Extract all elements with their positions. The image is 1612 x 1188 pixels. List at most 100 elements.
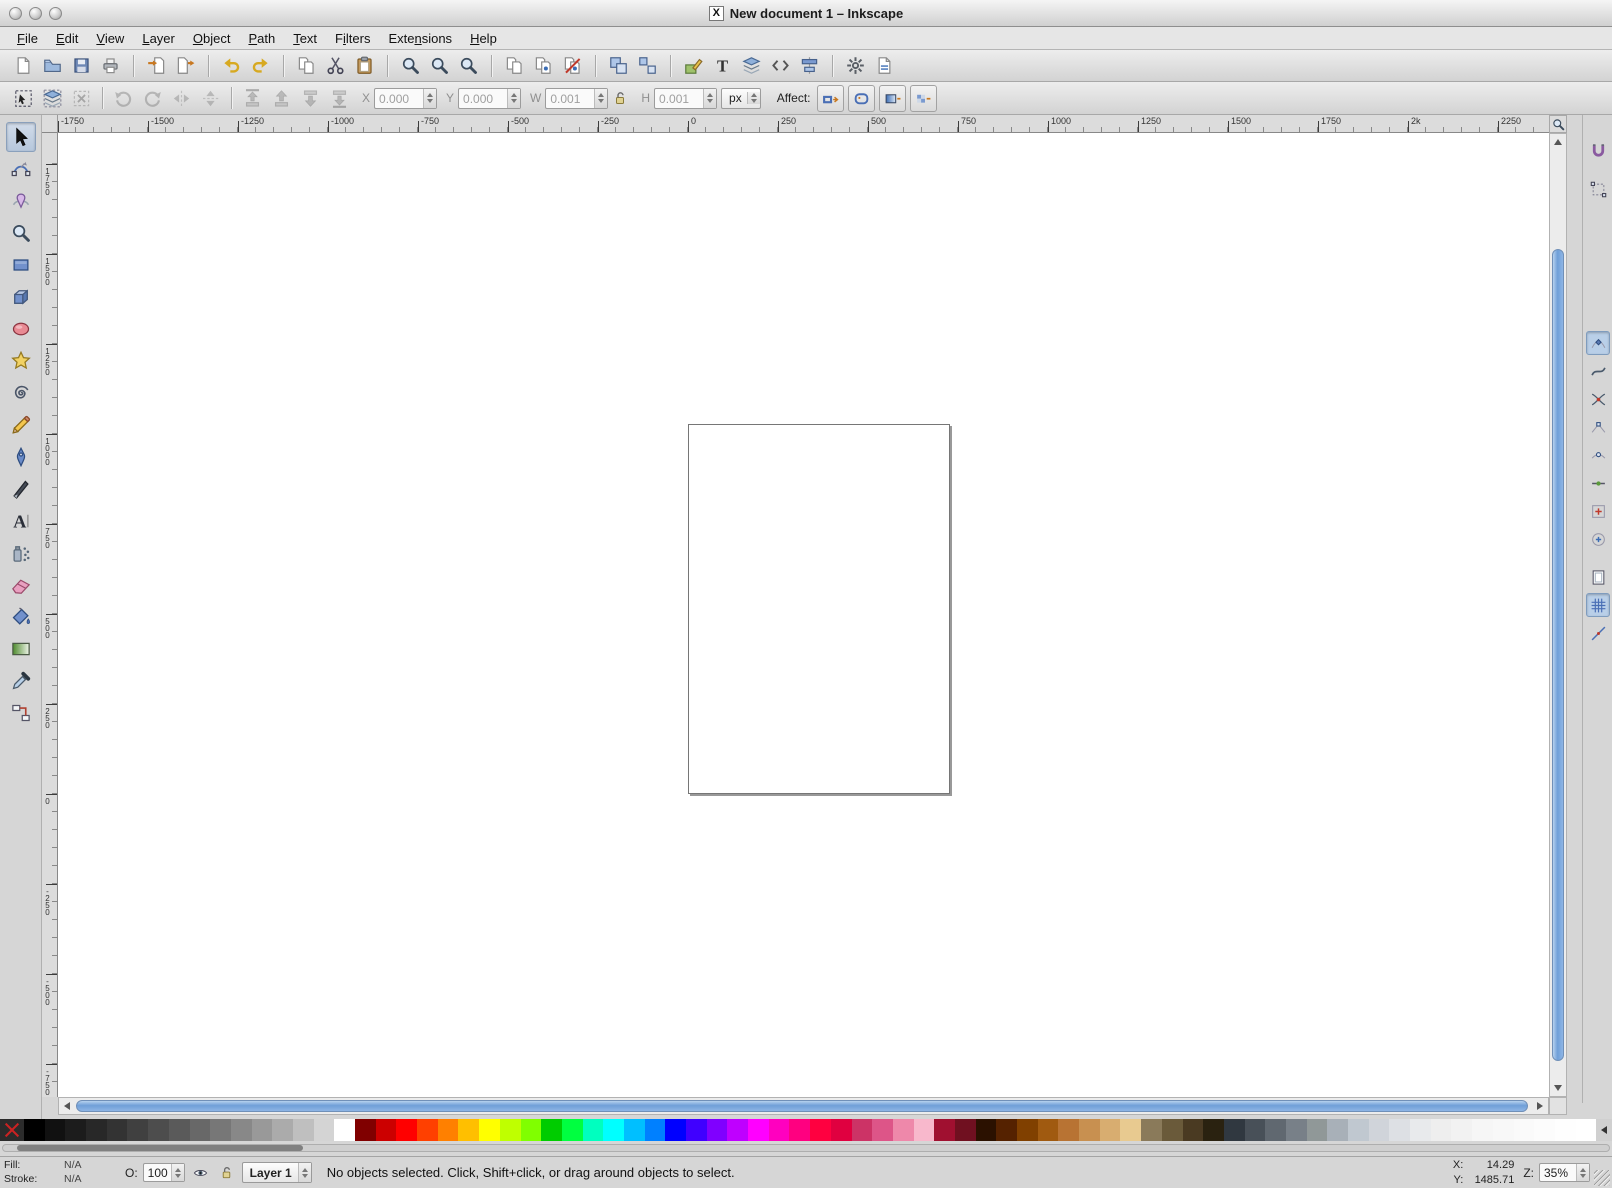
zoom-to-drawing-button[interactable] <box>426 52 453 79</box>
raise-button[interactable] <box>268 85 295 112</box>
raise-to-top-button[interactable] <box>239 85 266 112</box>
palette-swatch[interactable] <box>852 1119 873 1141</box>
palette-swatch[interactable] <box>396 1119 417 1141</box>
palette-swatch[interactable] <box>1224 1119 1245 1141</box>
scroll-up-arrow[interactable] <box>1550 135 1566 149</box>
bezier-pen-tool-button[interactable] <box>6 442 36 472</box>
scroll-left-arrow[interactable] <box>60 1098 74 1114</box>
layer-visibility-button[interactable] <box>190 1162 211 1183</box>
star-tool-button[interactable] <box>6 346 36 376</box>
layer-selector[interactable]: Layer 1 <box>242 1162 312 1183</box>
palette-swatch[interactable] <box>934 1119 955 1141</box>
palette-swatch[interactable] <box>148 1119 169 1141</box>
snap-rotation-centers-button[interactable] <box>1586 527 1610 551</box>
palette-swatch[interactable] <box>45 1119 66 1141</box>
scroll-down-arrow[interactable] <box>1550 1081 1566 1095</box>
eraser-tool-button[interactable] <box>6 570 36 600</box>
palette-swatch[interactable] <box>1265 1119 1286 1141</box>
palette-swatch[interactable] <box>521 1119 542 1141</box>
ungroup-button[interactable] <box>634 52 661 79</box>
duplicate-button[interactable] <box>501 52 528 79</box>
snap-line-midpoints-button[interactable] <box>1586 471 1610 495</box>
cut-button[interactable] <box>322 52 349 79</box>
palette-swatch[interactable] <box>1369 1119 1390 1141</box>
ellipse-tool-button[interactable] <box>6 314 36 344</box>
import-button[interactable] <box>143 52 170 79</box>
palette-swatch[interactable] <box>107 1119 128 1141</box>
palette-swatch[interactable] <box>955 1119 976 1141</box>
enable-snapping-button[interactable] <box>1586 139 1610 163</box>
palette-swatch[interactable] <box>1038 1119 1059 1141</box>
palette-swatch[interactable] <box>686 1119 707 1141</box>
new-document-button[interactable] <box>10 52 37 79</box>
snap-paths-button[interactable] <box>1586 359 1610 383</box>
text-tool-button[interactable] <box>6 506 36 536</box>
xml-editor-button[interactable] <box>767 52 794 79</box>
snap-bounding-box-button[interactable] <box>1586 177 1610 201</box>
palette-swatch[interactable] <box>1162 1119 1183 1141</box>
palette-swatch[interactable] <box>1534 1119 1555 1141</box>
palette-swatch[interactable] <box>314 1119 335 1141</box>
palette-swatch[interactable] <box>769 1119 790 1141</box>
title-bar[interactable]: X New document 1 – Inkscape <box>0 0 1612 27</box>
palette-swatch[interactable] <box>645 1119 666 1141</box>
horizontal-ruler[interactable]: -1750-1500-1250-1000-750-500-25002505007… <box>58 115 1549 133</box>
width-field-stepper[interactable] <box>594 89 607 108</box>
zoom-to-selection-button[interactable] <box>397 52 424 79</box>
scale-stroke-width-button[interactable] <box>817 85 844 112</box>
snap-cusp-nodes-button[interactable] <box>1586 415 1610 439</box>
layer-stepper[interactable] <box>298 1163 311 1182</box>
palette-swatch[interactable] <box>376 1119 397 1141</box>
palette-swatch[interactable] <box>1203 1119 1224 1141</box>
palette-swatch[interactable] <box>1389 1119 1410 1141</box>
units-combo[interactable]: px <box>721 88 761 109</box>
palette-swatch[interactable] <box>458 1119 479 1141</box>
menu-object[interactable]: Object <box>184 29 240 48</box>
snap-nodes-button[interactable] <box>1586 331 1610 355</box>
layer-lock-button[interactable] <box>216 1162 237 1183</box>
zoom-field[interactable]: 35% <box>1539 1163 1590 1182</box>
palette-swatch[interactable] <box>1348 1119 1369 1141</box>
height-field[interactable]: 0.001 <box>654 88 717 109</box>
palette-swatch[interactable] <box>65 1119 86 1141</box>
fill-stroke-indicator[interactable]: Fill: N/A Stroke: N/A <box>4 1159 116 1186</box>
palette-scrollbar[interactable] <box>2 1144 1610 1152</box>
palette-swatch[interactable] <box>1307 1119 1328 1141</box>
opacity-stepper[interactable] <box>171 1164 184 1181</box>
lock-width-height-button[interactable] <box>609 87 631 109</box>
snap-smooth-nodes-button[interactable] <box>1586 443 1610 467</box>
palette-swatch[interactable] <box>603 1119 624 1141</box>
palette-swatch[interactable] <box>562 1119 583 1141</box>
palette-swatch[interactable] <box>1493 1119 1514 1141</box>
palette-swatch[interactable] <box>231 1119 252 1141</box>
open-button[interactable] <box>39 52 66 79</box>
units-stepper[interactable] <box>747 92 760 104</box>
snap-page-border-button[interactable] <box>1586 565 1610 589</box>
calligraphy-tool-button[interactable] <box>6 474 36 504</box>
opacity-field[interactable]: 100 <box>143 1163 185 1182</box>
rotate-90-cw-button[interactable] <box>139 85 166 112</box>
rotate-90-ccw-button[interactable] <box>110 85 137 112</box>
minimize-button[interactable] <box>29 7 42 20</box>
text-dialog-button[interactable] <box>709 52 736 79</box>
tweak-tool-button[interactable] <box>6 186 36 216</box>
palette-swatch[interactable] <box>707 1119 728 1141</box>
palette-swatch[interactable] <box>210 1119 231 1141</box>
horizontal-scrollbar[interactable] <box>58 1097 1549 1115</box>
palette-swatch[interactable] <box>665 1119 686 1141</box>
palette-swatch[interactable] <box>1431 1119 1452 1141</box>
palette-swatch[interactable] <box>789 1119 810 1141</box>
create-clone-button[interactable] <box>530 52 557 79</box>
gradient-tool-button[interactable] <box>6 634 36 664</box>
pencil-tool-button[interactable] <box>6 410 36 440</box>
transform-patterns-button[interactable] <box>910 85 937 112</box>
palette-scroll-thumb[interactable] <box>17 1145 303 1151</box>
palette-swatch[interactable] <box>1141 1119 1162 1141</box>
palette-swatch[interactable] <box>169 1119 190 1141</box>
3d-box-tool-button[interactable] <box>6 282 36 312</box>
resize-grip[interactable] <box>1594 1170 1610 1186</box>
palette-scroll-left-button[interactable] <box>1596 1119 1612 1141</box>
copy-button[interactable] <box>293 52 320 79</box>
maximize-button[interactable] <box>49 7 62 20</box>
paint-bucket-tool-button[interactable] <box>6 602 36 632</box>
